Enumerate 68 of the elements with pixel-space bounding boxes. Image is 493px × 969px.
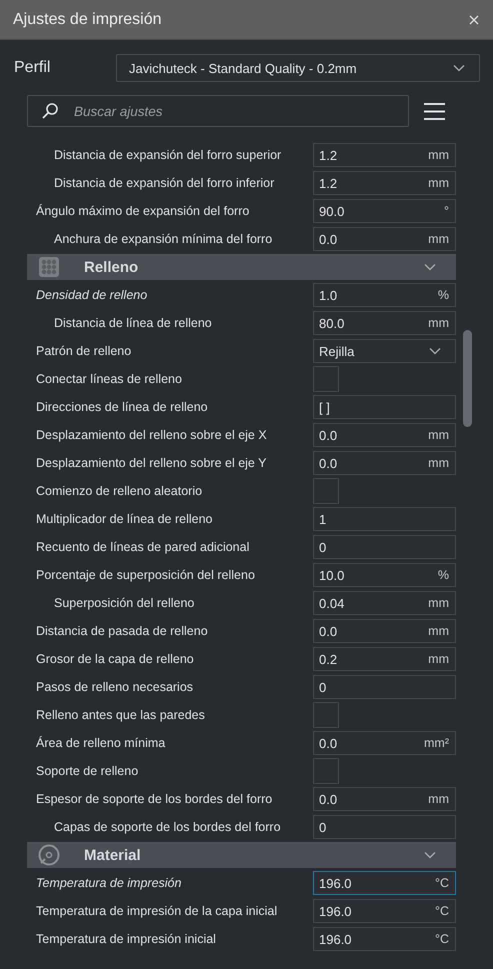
setting-label: Conectar líneas de relleno xyxy=(35,372,183,386)
search-icon xyxy=(41,102,59,120)
profile-dropdown[interactable]: Javichuteck - Standard Quality - 0.2mm xyxy=(116,54,480,82)
value-field[interactable]: 0.0 mm xyxy=(313,787,456,811)
window-title: Ajustes de impresión xyxy=(13,10,162,28)
setting-label: Porcentaje de superposición del relleno xyxy=(35,568,256,582)
menu-icon[interactable] xyxy=(424,102,445,120)
close-icon[interactable] xyxy=(469,14,479,24)
setting-label: Temperatura de impresión de la capa inicial xyxy=(35,904,278,918)
value-field[interactable]: 0.0 mm² xyxy=(313,731,456,755)
section-header[interactable]: Material xyxy=(27,842,456,868)
search-field[interactable]: Buscar ajustes xyxy=(27,95,409,127)
value-field[interactable]: 0.2 mm xyxy=(313,647,456,671)
setting-label: Distancia de pasada de relleno xyxy=(35,624,209,638)
setting-label: Ángulo máximo de expansión del forro xyxy=(35,204,250,218)
dotted-square-icon xyxy=(39,256,59,278)
setting-label: Temperatura de impresión xyxy=(35,876,182,890)
checkbox[interactable] xyxy=(313,478,339,504)
setting-label: Pasos de relleno necesarios xyxy=(35,680,194,694)
value-field[interactable]: 196.0 °C xyxy=(313,899,456,923)
setting-label: Espesor de soporte de los bordes del forro xyxy=(35,792,274,806)
value-dropdown[interactable]: Rejilla xyxy=(313,339,456,363)
value-field[interactable]: 0 xyxy=(313,815,456,839)
setting-label: Relleno antes que las paredes xyxy=(35,708,206,722)
spool-icon xyxy=(38,844,60,866)
setting-label: Multiplicador de línea de relleno xyxy=(35,512,214,526)
setting-label: Recuento de líneas de pared adicional xyxy=(35,540,250,554)
value-field[interactable]: 1.0 % xyxy=(313,283,456,307)
section-header[interactable]: Relleno xyxy=(27,254,456,280)
value-field[interactable]: 1 xyxy=(313,507,456,531)
value-field[interactable]: 0 xyxy=(313,675,456,699)
value-field[interactable]: [ ] xyxy=(313,395,456,419)
chevron-down-icon xyxy=(453,64,465,72)
setting-label: Soporte de relleno xyxy=(35,764,140,778)
checkbox[interactable] xyxy=(313,366,339,392)
setting-label: Densidad de relleno xyxy=(35,288,148,302)
value-field[interactable]: 0.0 mm xyxy=(313,423,456,447)
setting-label: Distancia de expansión del forro superior xyxy=(53,148,282,162)
setting-label: Temperatura de impresión inicial xyxy=(35,932,217,946)
value-field[interactable]: 0 xyxy=(313,535,456,559)
value-field[interactable]: 10.0 % xyxy=(313,563,456,587)
setting-label: Superposición del relleno xyxy=(53,596,196,610)
chevron-down-icon xyxy=(429,347,441,355)
setting-label: Distancia de línea de relleno xyxy=(53,316,213,330)
setting-label: Comienzo de relleno aleatorio xyxy=(35,484,204,498)
scrollbar[interactable] xyxy=(463,330,472,427)
checkbox[interactable] xyxy=(313,758,339,784)
value-field[interactable]: 196.0 °C xyxy=(313,927,456,951)
checkbox[interactable] xyxy=(313,702,339,728)
value-field[interactable]: 80.0 mm xyxy=(313,311,456,335)
setting-label: Área de relleno mínima xyxy=(35,736,166,750)
value-field[interactable]: 0.0 mm xyxy=(313,227,456,251)
value-field[interactable]: 1.2 mm xyxy=(313,171,456,195)
setting-label: Direcciones de línea de relleno xyxy=(35,400,209,414)
setting-label: Anchura de expansión mínima del forro xyxy=(53,232,274,246)
setting-label: Desplazamiento del relleno sobre el eje X xyxy=(35,428,268,442)
value-field[interactable]: 0.04 mm xyxy=(313,591,456,615)
setting-label: Grosor de la capa de relleno xyxy=(35,652,195,666)
value-field[interactable]: 0.0 mm xyxy=(313,451,456,475)
value-field[interactable]: 0.0 mm xyxy=(313,619,456,643)
setting-label: Patrón de relleno xyxy=(35,344,132,358)
value-field[interactable]: 1.2 mm xyxy=(313,143,456,167)
profile-label: Perfil xyxy=(14,59,52,77)
setting-label: Capas de soporte de los bordes del forro xyxy=(53,820,282,834)
value-field[interactable]: 90.0 ° xyxy=(313,199,456,223)
value-field[interactable]: 196.0 °C xyxy=(313,871,456,895)
setting-label: Desplazamiento del relleno sobre el eje Y xyxy=(35,456,268,470)
setting-label: Distancia de expansión del forro inferior xyxy=(53,176,276,190)
